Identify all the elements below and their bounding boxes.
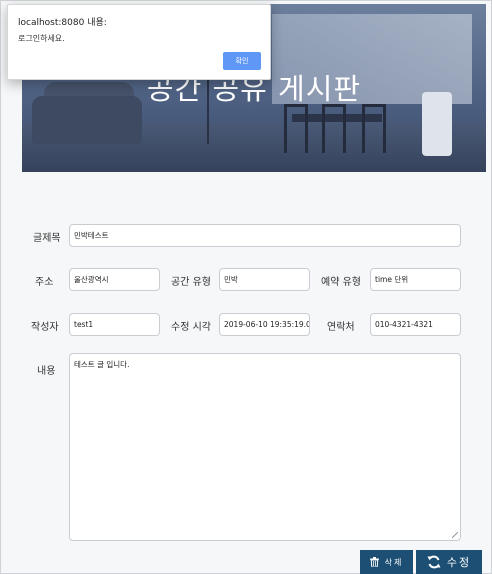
address-label: 주소 xyxy=(35,277,54,288)
dialog-title: localhost:8080 내용: xyxy=(18,18,107,28)
hero-chair xyxy=(322,104,346,153)
edit-button[interactable]: 수정 xyxy=(416,550,482,574)
hero-chair xyxy=(362,104,386,153)
reservation-type-field[interactable]: time 단위 xyxy=(370,268,461,291)
content-label: 내용 xyxy=(37,366,56,377)
delete-button[interactable]: 삭제 xyxy=(360,550,413,574)
space-type-label: 공간 유형 xyxy=(171,277,211,288)
alert-dialog: localhost:8080 내용: 로그인하세요. 확인 xyxy=(7,4,271,80)
content-textarea[interactable]: 테스트 글 입니다. xyxy=(69,353,461,541)
dialog-message: 로그인하세요. xyxy=(18,34,65,43)
author-field[interactable]: test1 xyxy=(69,313,160,336)
address-field[interactable]: 울산광역시 xyxy=(69,268,160,291)
hero-chair xyxy=(284,104,308,153)
delete-button-label: 삭제 xyxy=(384,557,404,567)
space-type-field[interactable]: 민박 xyxy=(219,268,310,291)
reservation-type-label: 예약 유형 xyxy=(321,277,361,288)
title-field[interactable]: 민박테스트 xyxy=(69,224,461,247)
author-label: 작성자 xyxy=(31,322,59,333)
contact-field[interactable]: 010-4321-4321 xyxy=(370,313,461,336)
modified-time-field[interactable]: 2019-06-10 19:35:19.0 xyxy=(219,313,310,336)
title-label: 글제목 xyxy=(33,233,61,244)
resize-grip[interactable] xyxy=(452,532,458,538)
modified-time-label: 수정 시각 xyxy=(171,322,211,333)
content-text: 테스트 글 입니다. xyxy=(74,360,130,369)
trash-icon xyxy=(369,557,379,567)
dialog-ok-button[interactable]: 확인 xyxy=(223,52,261,70)
contact-label: 연락처 xyxy=(327,322,355,333)
edit-button-label: 수정 xyxy=(446,556,472,569)
refresh-icon xyxy=(427,555,441,569)
